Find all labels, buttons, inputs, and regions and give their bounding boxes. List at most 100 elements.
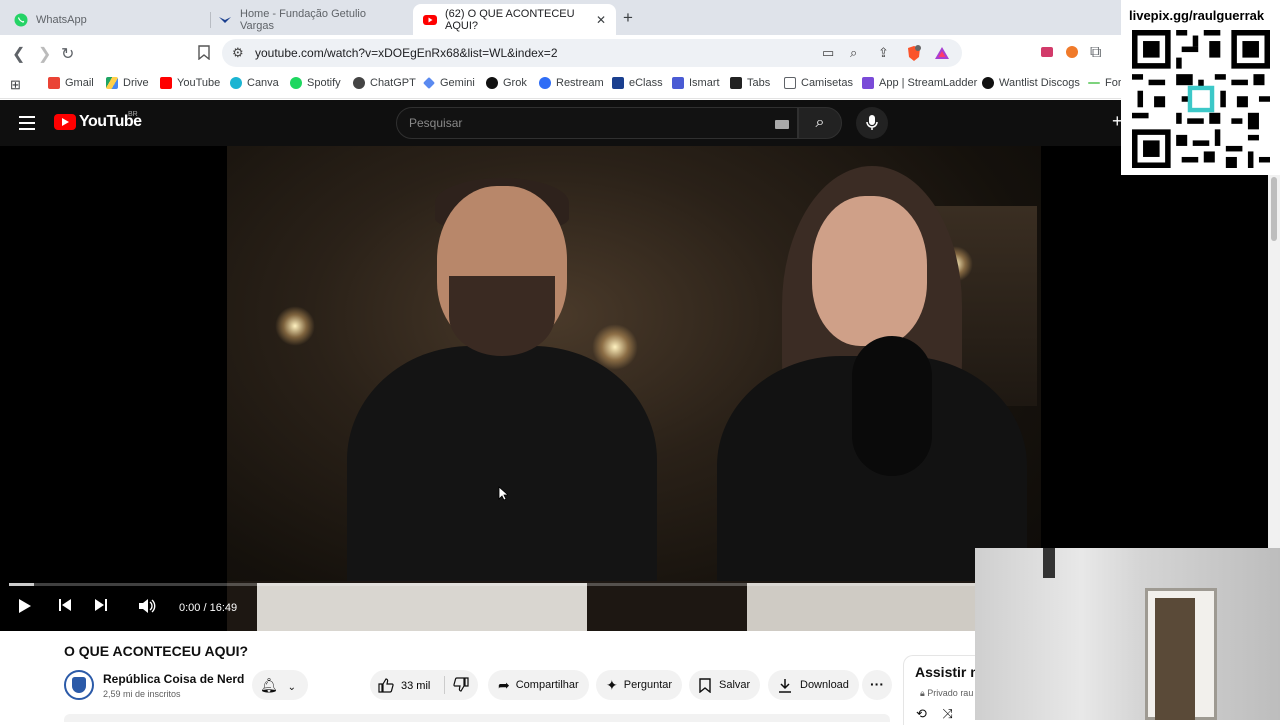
- restream-icon: [539, 77, 551, 89]
- chevron-down-icon: ⌄: [287, 682, 297, 693]
- bookmark-drive[interactable]: Drive: [106, 77, 149, 89]
- dislike-button[interactable]: [453, 677, 469, 695]
- bookmark-youtube[interactable]: YouTube: [160, 77, 220, 89]
- extension-wallet-icon[interactable]: [1040, 45, 1054, 59]
- bookmark-label: Tabs: [747, 77, 771, 89]
- region-label: BR: [128, 111, 138, 118]
- bookmark-ismart[interactable]: Ismart: [672, 77, 720, 89]
- youtube-logo-icon[interactable]: [54, 114, 76, 130]
- gmail-icon: [48, 77, 60, 89]
- bookmark-tabs[interactable]: Tabs: [730, 77, 770, 89]
- bookmark-discogs[interactable]: Wantlist Discogs: [982, 77, 1080, 89]
- previous-icon[interactable]: [58, 598, 72, 612]
- close-tab-icon[interactable]: ✕: [596, 13, 606, 27]
- ismart-icon: [672, 77, 684, 89]
- cast-icon[interactable]: ▭: [822, 45, 834, 61]
- play-icon[interactable]: [18, 598, 32, 614]
- grok-icon: [486, 77, 498, 89]
- extension-orange-icon[interactable]: [1065, 45, 1079, 59]
- bookmark-label: Camisetas: [801, 77, 853, 89]
- webcam-door-opening: [1155, 598, 1195, 720]
- forward-icon[interactable]: ❯: [38, 44, 51, 64]
- bookmark-label: Gmail: [65, 77, 94, 89]
- youtube-icon: [160, 77, 172, 89]
- apps-grid-icon[interactable]: ⊞: [10, 77, 21, 93]
- bookmark-label: Canva: [247, 77, 279, 89]
- ask-label: Perguntar: [623, 679, 673, 691]
- loop-icon[interactable]: ⟲: [916, 706, 927, 721]
- video-title: O QUE ACONTECEU AQUI?: [64, 643, 249, 659]
- bookmark-label: YouTube: [177, 77, 221, 89]
- spotify-icon: [290, 77, 302, 89]
- extensions-icon[interactable]: ⧉: [1090, 44, 1101, 62]
- zoom-icon[interactable]: ⌕: [850, 45, 857, 61]
- bookmark-eclass[interactable]: eClass: [612, 77, 663, 89]
- save-button[interactable]: Salvar: [689, 670, 761, 700]
- bookmark-label: Grok: [503, 77, 527, 89]
- subscription-bell-button[interactable]: 🔔︎ ⌄: [252, 670, 308, 700]
- bookmark-chatgpt[interactable]: ChatGPT: [353, 77, 416, 89]
- webcam-overlay: [975, 548, 1280, 720]
- channel-avatar[interactable]: [64, 670, 94, 700]
- menu-icon[interactable]: [19, 116, 35, 130]
- bookmark-label: ChatGPT: [370, 77, 416, 89]
- bookmark-canva[interactable]: Canva: [230, 77, 279, 89]
- voice-search-button[interactable]: [856, 107, 888, 139]
- back-icon[interactable]: ❮: [12, 44, 25, 64]
- thumbs-down-icon: [453, 677, 469, 692]
- studio-microphone: [852, 336, 932, 476]
- webcam-camera-mount: [1043, 548, 1055, 578]
- address-bar[interactable]: ⚙ youtube.com/watch?v=xDOEgEnRx68&list=W…: [222, 39, 962, 67]
- brave-shield-icon[interactable]: [906, 45, 922, 62]
- bookmark-icon[interactable]: [198, 45, 210, 60]
- bookmark-label: eClass: [629, 77, 663, 89]
- bookmark-gemini[interactable]: Gemini: [423, 77, 475, 89]
- shuffle-icon[interactable]: ⤨: [943, 706, 953, 721]
- bookmark-label: Drive: [123, 77, 149, 89]
- tab-title: WhatsApp: [36, 13, 87, 26]
- download-icon: [779, 678, 791, 693]
- qr-code-icon: [1132, 30, 1270, 168]
- tab-title: Home - Fundação Getulio Vargas: [240, 7, 366, 32]
- bookmark-truncated[interactable]: For: [1088, 77, 1122, 89]
- bookmark-label: App | StreamLadder: [879, 77, 978, 89]
- bookmark-label: For: [1105, 77, 1122, 89]
- bookmark-restream[interactable]: Restream: [539, 77, 604, 89]
- tab-fgv[interactable]: Home - Fundação Getulio Vargas: [208, 4, 408, 35]
- bookmark-grok[interactable]: Grok: [486, 77, 527, 89]
- download-button[interactable]: Download: [768, 670, 859, 700]
- share-button[interactable]: ➦ Compartilhar: [488, 670, 589, 700]
- search-icon: ⌕: [815, 114, 825, 131]
- page-scrollbar[interactable]: [1268, 175, 1280, 548]
- like-button[interactable]: 33 mil: [378, 678, 430, 693]
- playlist-title[interactable]: Assistir m: [915, 664, 983, 680]
- share-icon[interactable]: ⇪: [878, 45, 889, 61]
- eclass-icon: [612, 77, 624, 89]
- reload-icon[interactable]: ↻: [61, 44, 74, 64]
- next-icon[interactable]: [94, 598, 108, 612]
- new-tab-button[interactable]: +: [623, 8, 633, 28]
- brave-rewards-icon[interactable]: [934, 46, 950, 60]
- thumbs-up-icon: [378, 678, 394, 693]
- ask-button[interactable]: ✦ Perguntar: [596, 670, 683, 700]
- site-info-icon[interactable]: ⚙: [232, 45, 244, 61]
- person-right-head: [812, 196, 927, 346]
- discogs-icon: [982, 77, 994, 89]
- tab-whatsapp[interactable]: WhatsApp: [4, 4, 204, 35]
- scrollbar-thumb[interactable]: [1271, 177, 1277, 241]
- bookmark-gmail[interactable]: Gmail: [48, 77, 94, 89]
- volume-icon[interactable]: [138, 598, 156, 614]
- bookmark-streamladder[interactable]: App | StreamLadder: [862, 77, 977, 89]
- search-input[interactable]: Pesquisar: [396, 107, 798, 139]
- tab-youtube-active[interactable]: (62) O QUE ACONTECEU AQUI? ✕: [413, 4, 616, 35]
- bookmark-label: Gemini: [440, 77, 475, 89]
- search-button[interactable]: ⌕: [798, 107, 842, 139]
- description-box[interactable]: [64, 714, 890, 722]
- channel-name[interactable]: República Coisa de Nerd: [103, 672, 244, 686]
- bookmark-folder-camisetas[interactable]: Camisetas: [784, 77, 853, 89]
- fgv-icon: [219, 16, 231, 23]
- bookmark-spotify[interactable]: Spotify: [290, 77, 341, 89]
- keyboard-icon[interactable]: [775, 120, 789, 129]
- more-actions-icon[interactable]: ···: [862, 670, 892, 700]
- video-frame[interactable]: [227, 146, 1041, 631]
